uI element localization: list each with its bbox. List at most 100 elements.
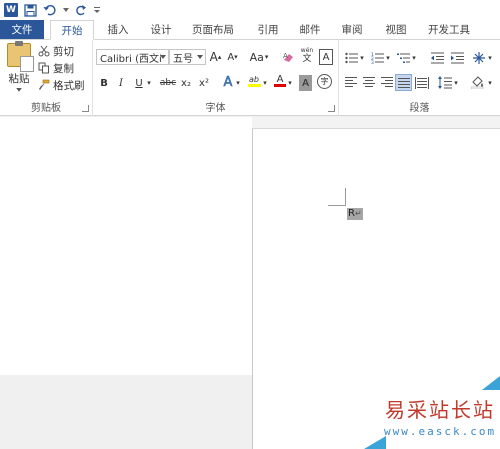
- line-spacing-dropdown-icon[interactable]: ▾: [453, 75, 459, 91]
- copy-label: 复制: [53, 62, 74, 75]
- save-icon[interactable]: [24, 3, 37, 17]
- change-case-button[interactable]: Aa ▾: [247, 49, 271, 65]
- undo-dropdown-icon[interactable]: [63, 7, 69, 13]
- clipboard-launcher-icon[interactable]: [82, 105, 89, 112]
- tab-view[interactable]: 视图: [374, 20, 418, 39]
- highlight-icon: ab: [249, 75, 259, 84]
- justify-icon: [397, 77, 410, 88]
- paste-label: 粘贴: [8, 73, 30, 86]
- character-border-button[interactable]: A: [319, 49, 333, 65]
- asian-layout-icon[interactable]: [472, 51, 486, 65]
- watermark-text: 易采站长站: [385, 398, 495, 422]
- copy-button[interactable]: 复制: [38, 61, 85, 75]
- font-color-button[interactable]: A: [273, 73, 287, 89]
- watermark-triangle-top: [482, 376, 500, 390]
- shrink-font-button[interactable]: A ▾: [226, 49, 239, 65]
- change-case-icon: Aa: [249, 50, 264, 64]
- paragraph-mark-icon: ↵: [354, 209, 362, 218]
- distributed-icon[interactable]: [415, 77, 429, 89]
- paragraph-group: ▾ 123 ▾ ▾ ▾ ▾ ▾ 段落: [339, 40, 500, 116]
- paste-icon: [7, 40, 34, 72]
- tab-mailings[interactable]: 邮件: [290, 20, 330, 39]
- font-color-swatch: [274, 84, 286, 87]
- clipboard-group-label: 剪贴板: [31, 103, 61, 114]
- numbering-icon[interactable]: 123: [371, 52, 385, 66]
- redo-icon[interactable]: [75, 4, 87, 16]
- tab-developer[interactable]: 开发工具: [418, 20, 480, 39]
- font-color-dropdown-icon[interactable]: ▾: [287, 75, 293, 91]
- tab-insert[interactable]: 插入: [94, 20, 142, 39]
- grow-font-button[interactable]: A ▴: [209, 49, 222, 65]
- align-center-icon[interactable]: [363, 77, 377, 89]
- bold-button[interactable]: B: [98, 75, 110, 91]
- font-launcher-icon[interactable]: [328, 105, 335, 112]
- highlight-color-swatch: [247, 84, 261, 87]
- phonetic-guide-button[interactable]: wén 文: [299, 47, 315, 64]
- grow-font-icon: A: [209, 50, 218, 64]
- font-group-label: 字体: [205, 103, 226, 114]
- bullets-dropdown-icon[interactable]: ▾: [359, 50, 365, 66]
- svg-text:3: 3: [371, 60, 374, 64]
- align-right-icon[interactable]: [381, 77, 395, 89]
- superscript-button[interactable]: x²: [197, 75, 211, 91]
- tab-home[interactable]: 开始: [50, 20, 94, 40]
- tab-review[interactable]: 审阅: [330, 20, 374, 39]
- increase-indent-icon[interactable]: [451, 52, 465, 64]
- format-painter-label: 格式刷: [53, 79, 85, 92]
- margin-corner-mark: [328, 188, 346, 206]
- tab-design[interactable]: 设计: [142, 20, 180, 39]
- workspace-left-area: [0, 117, 252, 375]
- format-painter-button[interactable]: 格式刷: [38, 78, 85, 92]
- asian-layout-dropdown-icon[interactable]: ▾: [487, 50, 493, 66]
- underline-button[interactable]: U: [133, 75, 145, 91]
- justify-button[interactable]: [395, 74, 412, 91]
- cut-button[interactable]: 剪切: [38, 44, 85, 58]
- numbering-dropdown-icon[interactable]: ▾: [385, 50, 391, 66]
- text-effects-button[interactable]: A: [221, 74, 235, 90]
- paintbrush-icon: [38, 79, 50, 91]
- tab-references[interactable]: 引用: [246, 20, 290, 39]
- font-family-select[interactable]: Calibri (西文i: [96, 49, 169, 65]
- scissors-icon: [38, 45, 50, 57]
- tab-page-layout[interactable]: 页面布局: [180, 20, 246, 39]
- tab-file[interactable]: 文件: [0, 20, 44, 39]
- undo-icon[interactable]: [43, 4, 57, 16]
- enclose-characters-button[interactable]: 字: [317, 74, 332, 89]
- highlight-button[interactable]: ab: [246, 73, 262, 89]
- shrink-font-icon: A: [227, 51, 235, 63]
- font-color-icon: A: [276, 74, 284, 85]
- align-left-icon[interactable]: [345, 77, 359, 89]
- bullets-icon[interactable]: [345, 52, 359, 64]
- character-shading-button[interactable]: A: [299, 75, 312, 91]
- paste-button[interactable]: 粘贴: [4, 40, 34, 93]
- paragraph-shading-dropdown-icon[interactable]: ▾: [487, 75, 493, 91]
- ribbon-tabs: 文件 开始 插入 设计 页面布局 引用 邮件 审阅 视图 开发工具: [0, 20, 500, 40]
- character-border-icon: A: [322, 51, 330, 63]
- document-text-char: R: [348, 208, 355, 219]
- clipboard-group: 粘贴 剪切 复制 格式刷 剪贴板: [0, 40, 93, 116]
- eraser-icon: A: [283, 52, 293, 62]
- font-size-value: 五号: [173, 53, 193, 65]
- paragraph-shading-icon[interactable]: [470, 75, 485, 90]
- paste-dropdown-icon[interactable]: [16, 88, 22, 93]
- underline-dropdown-icon[interactable]: ▾: [145, 75, 153, 91]
- italic-button[interactable]: I: [115, 75, 127, 91]
- highlight-dropdown-icon[interactable]: ▾: [262, 75, 268, 91]
- clear-formatting-button[interactable]: A: [281, 49, 295, 65]
- word-logo-icon: W: [4, 3, 18, 17]
- document-text[interactable]: R↵: [347, 208, 363, 220]
- line-spacing-icon[interactable]: [438, 76, 452, 89]
- strikethrough-button[interactable]: abc: [159, 75, 177, 91]
- font-size-select[interactable]: 五号: [169, 49, 206, 65]
- text-effects-dropdown-icon[interactable]: ▾: [235, 75, 241, 91]
- decrease-indent-icon[interactable]: [431, 52, 445, 64]
- font-family-value: Calibri (西文i: [100, 53, 162, 65]
- workspace-left-band: [0, 375, 252, 449]
- multilevel-list-icon[interactable]: [397, 52, 411, 64]
- quick-access-toolbar: W: [0, 0, 500, 20]
- cut-label: 剪切: [53, 45, 74, 58]
- customize-toolbar-icon[interactable]: [93, 6, 101, 14]
- multilevel-list-dropdown-icon[interactable]: ▾: [411, 50, 417, 66]
- paragraph-group-label: 段落: [409, 103, 430, 114]
- subscript-button[interactable]: x₂: [179, 75, 193, 91]
